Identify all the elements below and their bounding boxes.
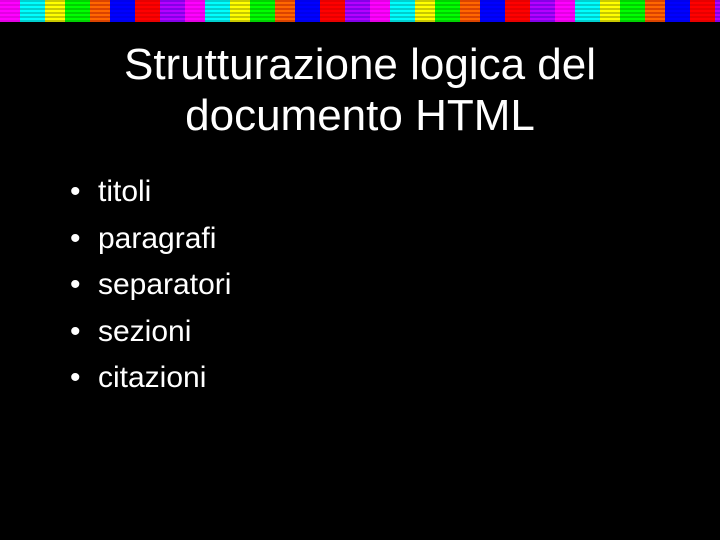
bullet-list: titoli paragrafi separatori sezioni cita… — [70, 169, 720, 402]
bullet-text: sezioni — [98, 315, 191, 348]
list-item: titoli — [70, 169, 720, 216]
bullet-text: paragrafi — [98, 222, 216, 255]
list-item: sezioni — [70, 309, 720, 356]
list-item: paragrafi — [70, 216, 720, 263]
list-item: citazioni — [70, 355, 720, 402]
bullet-text: citazioni — [98, 361, 206, 394]
bullet-text: titoli — [98, 175, 151, 208]
bullet-text: separatori — [98, 268, 231, 301]
slide: Strutturazione logica del documento HTML… — [0, 0, 720, 540]
decorative-banner — [0, 0, 720, 22]
slide-title: Strutturazione logica del documento HTML — [40, 40, 680, 141]
list-item: separatori — [70, 262, 720, 309]
